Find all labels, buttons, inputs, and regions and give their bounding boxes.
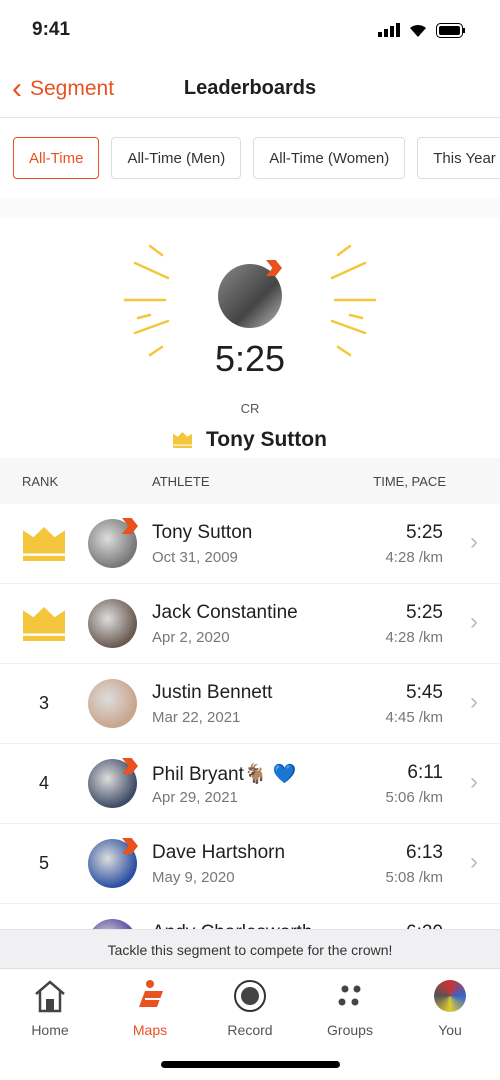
cr-hero: 5:25 CR Tony Sutton [0, 198, 500, 458]
effort-pace: 4:45 /km [385, 709, 443, 726]
cr-label: CR [240, 401, 260, 416]
record-icon [233, 978, 267, 1014]
athlete-avatar [88, 679, 137, 728]
table-header: RANK ATHLETE TIME, PACE [0, 458, 500, 504]
effort-time: 5:45 [406, 682, 443, 703]
effort-time: 5:25 [406, 522, 443, 543]
tab-all-time[interactable]: All-Time [13, 137, 100, 179]
effort-time: 5:25 [406, 602, 443, 623]
chevron-left-icon: ‹ [12, 71, 22, 105]
tab-bar: Home Maps Record Groups You [0, 970, 500, 1080]
crown-icon [173, 432, 193, 448]
athlete-name: Dave Hartshorn [152, 842, 286, 863]
chevron-right-icon: › [470, 528, 478, 555]
tabbar-home[interactable]: Home [0, 970, 100, 1080]
table-row[interactable]: 5 Dave Hartshorn May 9, 2020 6:13 5:08 /km › [0, 824, 500, 904]
effort-date: Mar 22, 2021 [152, 709, 241, 726]
rank: 4 [38, 773, 49, 793]
header-rank: RANK [22, 473, 59, 489]
home-indicator [161, 1061, 340, 1068]
effort-date: Apr 2, 2020 [152, 629, 230, 646]
effort-time: 6:11 [407, 762, 443, 783]
signal-icon [378, 23, 400, 37]
chevron-right-icon: › [470, 688, 478, 715]
chevron-right-icon: › [470, 608, 478, 635]
cr-time: 5:25 [214, 338, 286, 379]
athlete-avatar [88, 599, 137, 648]
tab-all-time-men[interactable]: All-Time (Men) [111, 137, 242, 179]
effort-pace: 4:28 /km [385, 549, 443, 566]
crown-banner: Tackle this segment to compete for the c… [0, 929, 500, 969]
maps-icon [133, 978, 167, 1014]
chevron-right-icon: › [470, 768, 478, 795]
athlete-name: Justin Bennett [152, 682, 273, 703]
table-row[interactable]: Tony Sutton Oct 31, 2009 5:25 4:28 /km › [0, 504, 500, 584]
table-row[interactable]: 3 Justin Bennett Mar 22, 2021 5:45 4:45 /km › [0, 664, 500, 744]
header-time: TIME, PACE [373, 473, 446, 489]
tabbar-you[interactable]: You [400, 970, 500, 1080]
effort-date: Oct 31, 2009 [152, 549, 238, 566]
effort-date: Apr 29, 2021 [152, 789, 238, 806]
wifi-icon [410, 24, 426, 37]
groups-icon [333, 978, 367, 1014]
battery-icon [436, 22, 465, 38]
effort-pace: 4:28 /km [385, 629, 443, 646]
effort-time: 6:13 [406, 842, 443, 863]
crown-icon [23, 607, 65, 641]
table-row[interactable]: 4 Phil Bryant🐐 💙 Apr 29, 2021 6:11 5:06 /km › [0, 744, 500, 824]
back-button[interactable]: ‹ Segment [12, 71, 114, 105]
effort-pace: 5:08 /km [385, 869, 443, 886]
athlete-name: Jack Constantine [152, 602, 298, 623]
table-row[interactable]: Jack Constantine Apr 2, 2020 5:25 4:28 /km › [0, 584, 500, 664]
home-icon [33, 978, 67, 1014]
effort-date: May 9, 2020 [152, 869, 235, 886]
athlete-name: Phil Bryant🐐 💙 [152, 764, 297, 785]
effort-pace: 5:06 /km [385, 789, 443, 806]
filter-tabs: All-Time All-Time (Men) All-Time (Women)… [0, 118, 500, 198]
nav-bar: ‹ Segment Leaderboards [0, 60, 500, 118]
header-athlete: ATHLETE [152, 473, 210, 489]
athlete-name: Tony Sutton [152, 522, 253, 543]
crown-icon [23, 527, 65, 561]
clock: 9:41 [32, 19, 71, 40]
status-bar: 9:41 [0, 0, 500, 60]
rank: 5 [38, 853, 49, 873]
cr-athlete[interactable]: Tony Sutton [0, 428, 500, 452]
tab-this-year[interactable]: This Year [417, 137, 500, 179]
rank: 3 [38, 693, 49, 713]
leaderboard-list: Tony Sutton Oct 31, 2009 5:25 4:28 /km › Jack… [0, 504, 500, 984]
chevron-right-icon: › [470, 848, 478, 875]
avatar [434, 978, 466, 1014]
tab-all-time-women[interactable]: All-Time (Women) [253, 137, 406, 179]
